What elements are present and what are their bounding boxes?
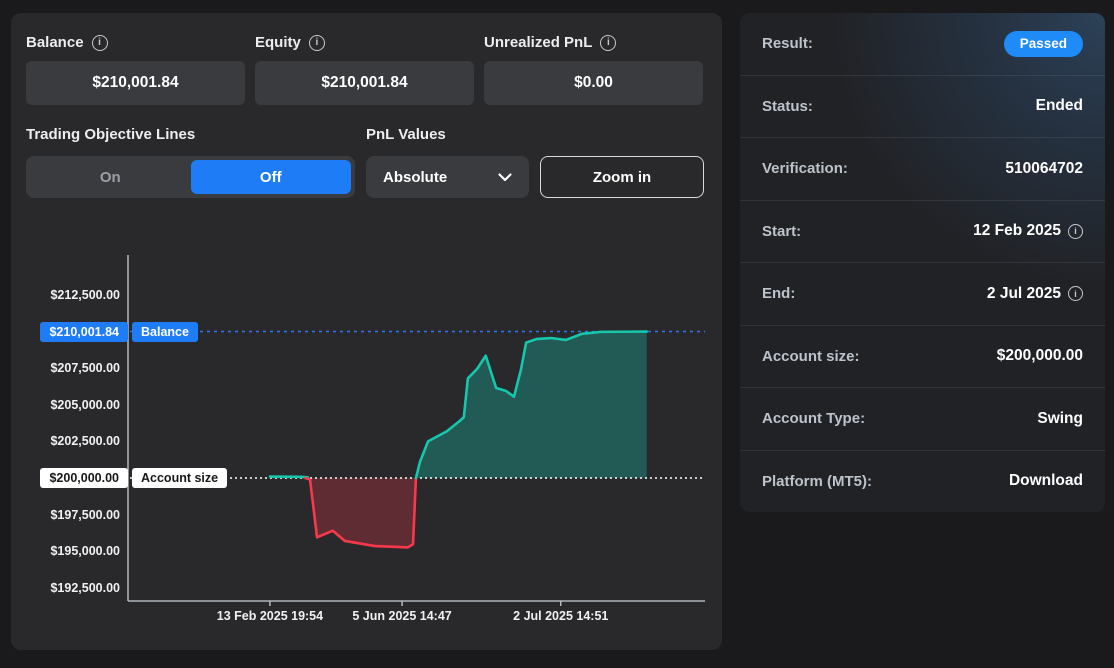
info-row-start: Start: 12 Feb 2025 i bbox=[740, 200, 1105, 263]
start-date: 12 Feb 2025 bbox=[973, 222, 1061, 240]
y-tick-label: $195,000.00 bbox=[50, 542, 120, 560]
platform-download-link[interactable]: Download bbox=[1009, 472, 1083, 490]
balance-label-row: Balance i bbox=[26, 34, 245, 51]
info-row-status: Status: Ended bbox=[740, 75, 1105, 138]
result-status-badge: Passed bbox=[1004, 31, 1083, 57]
stats-row: Balance i $210,001.84 Equity i $210,001.… bbox=[26, 34, 703, 105]
gain-area-fill bbox=[416, 332, 647, 478]
account-tag-chip: Account size bbox=[132, 468, 227, 488]
start-info-icon[interactable]: i bbox=[1068, 224, 1083, 239]
unrealized-pnl-label-row: Unrealized PnL i bbox=[484, 34, 703, 51]
equity-value: $210,001.84 bbox=[255, 61, 474, 105]
controls-row: Trading Objective Lines On Off PnL Value… bbox=[26, 126, 703, 198]
account-type-value: Swing bbox=[1037, 410, 1083, 428]
balance-label: Balance bbox=[26, 34, 84, 51]
balance-price-chip: $210,001.84 bbox=[40, 322, 128, 342]
toggle-on-button[interactable]: On bbox=[30, 160, 191, 194]
account-type-label: Account Type: bbox=[762, 410, 865, 427]
y-tick-label: $207,500.00 bbox=[50, 359, 120, 377]
chevron-down-icon bbox=[498, 173, 512, 182]
x-tick-label: 2 Jul 2025 14:51 bbox=[471, 609, 651, 623]
stat-balance: Balance i $210,001.84 bbox=[26, 34, 245, 105]
account-info-card: Result: Passed Status: Ended Verificatio… bbox=[740, 13, 1105, 512]
info-row-platform: Platform (MT5): Download bbox=[740, 450, 1105, 513]
status-label: Status: bbox=[762, 98, 813, 115]
platform-label: Platform (MT5): bbox=[762, 473, 872, 490]
account-chart-card: Balance i $210,001.84 Equity i $210,001.… bbox=[11, 13, 722, 650]
account-size-label: Account size: bbox=[762, 348, 860, 365]
y-tick-label: $197,500.00 bbox=[50, 506, 120, 524]
loss-area-fill bbox=[305, 478, 416, 547]
equity-label-row: Equity i bbox=[255, 34, 474, 51]
objective-lines-group: Trading Objective Lines On Off bbox=[26, 126, 355, 198]
status-value: Ended bbox=[1036, 97, 1083, 115]
balance-chart[interactable]: 13 Feb 2025 19:545 Jun 2025 14:472 Jul 2… bbox=[11, 255, 722, 650]
x-tick-label: 5 Jun 2025 14:47 bbox=[312, 609, 492, 623]
end-label: End: bbox=[762, 285, 795, 302]
objective-lines-label: Trading Objective Lines bbox=[26, 126, 355, 144]
verification-label: Verification: bbox=[762, 160, 848, 177]
zoom-in-button[interactable]: Zoom in bbox=[540, 156, 704, 198]
unrealized-pnl-label: Unrealized PnL bbox=[484, 34, 592, 51]
account-size-value: $200,000.00 bbox=[997, 347, 1083, 365]
verification-value: 510064702 bbox=[1005, 160, 1083, 178]
equity-label: Equity bbox=[255, 34, 301, 51]
y-tick-label: $205,000.00 bbox=[50, 396, 120, 414]
info-row-verification: Verification: 510064702 bbox=[740, 137, 1105, 200]
info-row-end: End: 2 Jul 2025 i bbox=[740, 262, 1105, 325]
zoom-spacer bbox=[540, 126, 704, 144]
balance-info-icon[interactable]: i bbox=[92, 35, 108, 51]
stat-equity: Equity i $210,001.84 bbox=[255, 34, 474, 105]
pnl-values-selected: Absolute bbox=[383, 169, 447, 186]
y-tick-label: $212,500.00 bbox=[50, 286, 120, 304]
y-tick-label: $202,500.00 bbox=[50, 432, 120, 450]
start-label: Start: bbox=[762, 223, 801, 240]
equity-info-icon[interactable]: i bbox=[309, 35, 325, 51]
pnl-values-dropdown[interactable]: Absolute bbox=[366, 156, 529, 198]
info-row-account-type: Account Type: Swing bbox=[740, 387, 1105, 450]
y-tick-label: $192,500.00 bbox=[50, 579, 120, 597]
objective-lines-toggle: On Off bbox=[26, 156, 355, 198]
info-row-account-size: Account size: $200,000.00 bbox=[740, 325, 1105, 388]
end-value: 2 Jul 2025 i bbox=[987, 285, 1083, 303]
pnl-values-group: PnL Values Absolute bbox=[366, 126, 529, 198]
stat-unrealized-pnl: Unrealized PnL i $0.00 bbox=[484, 34, 703, 105]
zoom-group: Zoom in bbox=[540, 126, 704, 198]
toggle-off-button[interactable]: Off bbox=[191, 160, 352, 194]
pnl-values-label: PnL Values bbox=[366, 126, 529, 144]
gain-balance-line bbox=[270, 477, 308, 478]
start-value: 12 Feb 2025 i bbox=[973, 222, 1083, 240]
end-info-icon[interactable]: i bbox=[1068, 286, 1083, 301]
unrealized-pnl-value: $0.00 bbox=[484, 61, 703, 105]
result-label: Result: bbox=[762, 35, 813, 52]
balance-tag-chip: Balance bbox=[132, 322, 198, 342]
end-date: 2 Jul 2025 bbox=[987, 285, 1061, 303]
info-row-result: Result: Passed bbox=[740, 13, 1105, 75]
account-price-chip: $200,000.00 bbox=[40, 468, 128, 488]
balance-value: $210,001.84 bbox=[26, 61, 245, 105]
unrealized-pnl-info-icon[interactable]: i bbox=[600, 35, 616, 51]
